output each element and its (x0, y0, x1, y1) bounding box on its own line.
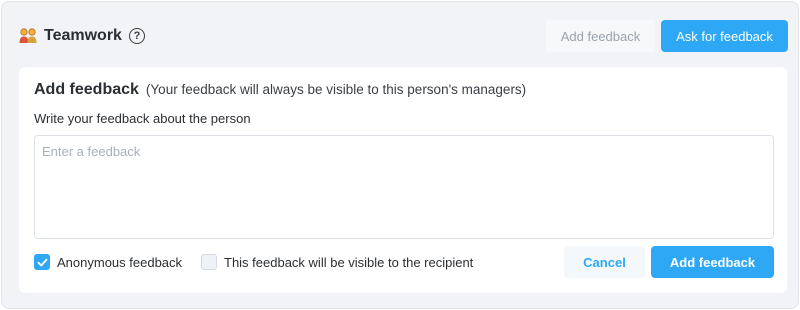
anonymous-label: Anonymous feedback (57, 254, 183, 270)
visible-to-recipient-option[interactable]: This feedback will be visible to the rec… (201, 254, 473, 270)
visibility-note: (Your feedback will always be visible to… (145, 82, 527, 97)
anonymous-feedback-option[interactable]: Anonymous feedback (34, 254, 182, 270)
ask-for-feedback-button[interactable]: Ask for feedback (661, 20, 788, 52)
visible-to-recipient-label: This feedback will be visible to the rec… (224, 254, 474, 270)
feedback-textarea[interactable] (34, 135, 774, 239)
visible-to-recipient-checkbox[interactable] (201, 254, 217, 270)
card-title-row: Add feedback (Your feedback will always … (34, 81, 526, 99)
add-feedback-card: Add feedback (Your feedback will always … (19, 67, 787, 293)
card-title: Add feedback (34, 81, 139, 98)
team-people-icon (18, 26, 38, 46)
anonymous-checkbox[interactable] (34, 254, 50, 270)
page-title: Teamwork (44, 27, 122, 44)
panel-header: Teamwork ? (18, 20, 145, 52)
add-feedback-submit-button[interactable]: Add feedback (651, 246, 774, 278)
teamwork-panel: Teamwork ? Add feedback Ask for feedback… (1, 1, 799, 309)
cancel-button[interactable]: Cancel (564, 246, 645, 278)
add-feedback-top-button[interactable]: Add feedback (546, 20, 655, 52)
checkmark-icon (37, 258, 47, 266)
question-circle-icon[interactable]: ? (128, 28, 145, 44)
feedback-field-label: Write your feedback about the person (34, 111, 251, 126)
